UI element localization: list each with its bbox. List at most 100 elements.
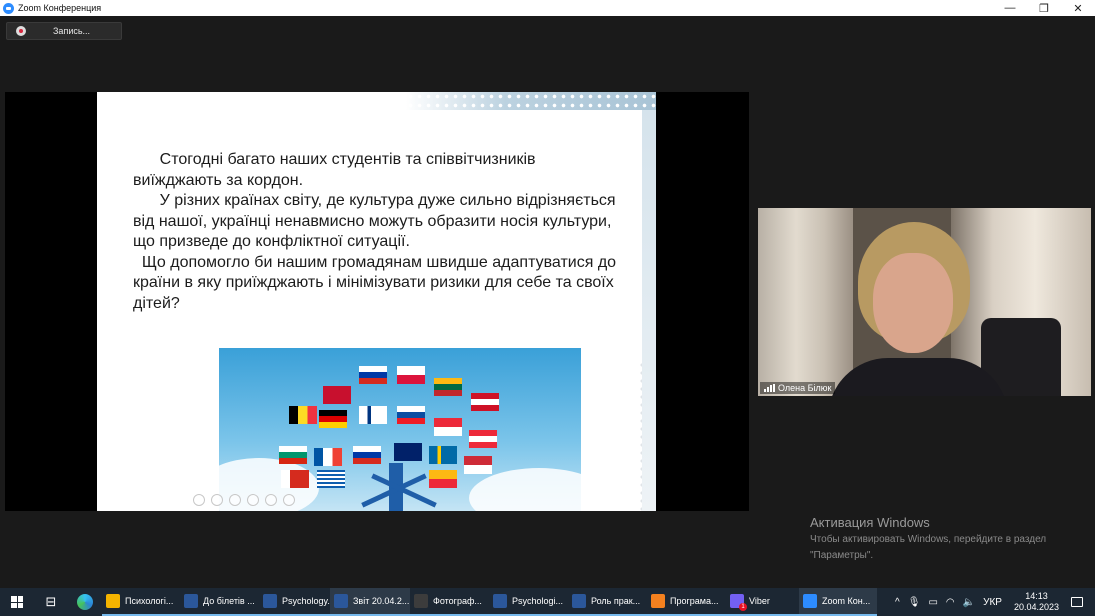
slide-line: Що допомогло би нашим громадянам швидше … [133,253,617,271]
taskbar-app[interactable]: Роль прак... [568,588,647,616]
task-view-icon[interactable]: ⊟ [34,588,68,616]
taskbar-app[interactable]: Фотограф... [410,588,489,616]
taskbar-app[interactable]: Zoom Кон... [799,588,877,616]
window-controls: — ❐ ✕ [993,0,1095,16]
restore-button[interactable]: ❐ [1027,0,1061,16]
more-options-icon[interactable] [283,494,295,506]
app-icon: 1 [730,594,747,611]
flag-shape [281,470,309,488]
flag-tree-image [219,348,581,511]
slide-line: Стогодні багато наших студентів та співв… [133,151,536,168]
previous-slide-icon[interactable] [193,494,205,506]
flag-shape [289,406,317,424]
slide-line: дітей? [133,294,180,312]
notifications-icon[interactable] [1071,597,1083,607]
flag-shape [397,366,425,384]
activation-title: Активация Windows [810,515,930,530]
slide-line: що призведе до конфліктної ситуації. [133,233,410,250]
microphone-icon[interactable]: 🎙 [908,597,921,608]
minimize-button[interactable]: — [993,0,1027,16]
taskbar-app[interactable]: Психологі... [102,588,180,616]
flag-shape [317,470,345,488]
system-tray: ^ 🎙 ▭ ◠ 🔈 УКР 14:13 20.04.2023 [891,588,1095,616]
slide-text: Стогодні багато наших студентів та співв… [133,150,639,314]
app-icon [184,594,198,608]
close-button[interactable]: ✕ [1061,0,1095,16]
taskbar-app-label: Психологі... [125,596,174,606]
taskbar-app[interactable]: Звіт 20.04.2... [330,588,410,616]
slide-controls [193,494,295,506]
tree-branch [371,473,437,508]
taskbar-app[interactable]: До білетів ... [180,588,259,616]
participant-name: Олена Білюк [778,383,832,393]
recording-indicator[interactable]: Запись... [6,22,122,40]
activation-line: "Параметры". [810,550,874,561]
flag-shape [469,430,497,448]
wifi-icon[interactable]: ◠ [946,597,955,608]
volume-icon[interactable]: 🔈 [963,597,975,608]
slide-line: від нашої, українці ненавмисно можуть об… [133,212,612,230]
windows-activation-watermark: Активация Windows Чтобы активировать Win… [810,515,1046,562]
zoom-icon[interactable] [265,494,277,506]
screen-share-area: Стогодні багато наших студентів та співв… [5,92,749,511]
taskbar-app-label: Звіт 20.04.2... [353,596,410,606]
flag-shape [314,448,342,466]
presentation-slide: Стогодні багато наших студентів та співв… [97,92,656,511]
taskbar-app-label: До білетів ... [203,596,255,606]
flag-shape [464,456,492,474]
zoom-logo-icon [3,2,14,14]
flag-shape [434,418,462,436]
pen-icon[interactable] [229,494,241,506]
connection-signal-icon [764,384,775,392]
flag-shape [323,386,351,404]
participant-name-tag: Олена Білюк [760,382,836,394]
title-bar: Zoom Конференция — ❐ ✕ [0,0,1095,16]
taskbar-apps: Психологі... До білетів ... Psychology... З… [102,588,877,616]
taskbar-app-label: Програма... [670,596,719,606]
battery-icon[interactable]: ▭ [928,597,937,608]
app-icon [106,594,120,608]
app-icon [414,594,428,608]
taskbar-app-label: Zoom Кон... [822,596,871,606]
flag-shape [319,410,347,428]
clock-time: 14:13 [1025,591,1048,601]
flag-shape [353,446,381,464]
language-indicator[interactable]: УКР [983,597,1002,608]
pointer-icon[interactable] [211,494,223,506]
notification-badge: 1 [739,603,747,611]
taskbar-app-label: Viber [749,596,770,606]
activation-line: Чтобы активировать Windows, перейдите в … [810,534,1047,545]
edge-browser-icon[interactable] [68,588,102,616]
app-icon [572,594,586,608]
tray-chevron-icon[interactable]: ^ [895,597,900,608]
flag-shape [434,378,462,396]
flag-shape [397,406,425,424]
windows-logo-icon [11,596,23,608]
taskbar-app[interactable]: Psychologi... [489,588,568,616]
cloud-shape [469,468,581,511]
taskbar-app[interactable]: 1 Viber [726,588,799,616]
slide-decoration-stripe [642,110,656,511]
flag-shape [471,393,499,411]
slide-line: У різних країнах світу, де культура дуже… [133,192,616,209]
taskbar-app-label: Роль прак... [591,596,641,606]
window-title: Zoom Конференция [18,3,102,13]
background-curtain [758,208,853,396]
app-icon [493,594,507,608]
taskbar-app[interactable]: Програма... [647,588,726,616]
participant-video[interactable]: Олена Білюк [758,208,1091,396]
slide-line: країни в яку приїжджають і мінімізувати … [133,274,614,291]
app-icon [263,594,277,608]
taskbar-app[interactable]: Psychology... [259,588,335,616]
flag-shape [359,406,387,424]
start-button[interactable] [0,588,34,616]
slides-icon[interactable] [247,494,259,506]
taskbar-app-label: Фотограф... [433,596,482,606]
clock[interactable]: 14:13 20.04.2023 [1014,591,1059,613]
app-icon [334,594,348,608]
taskbar-app-label: Psychologi... [512,596,564,606]
flag-shape [429,470,457,488]
flag-shape [429,446,457,464]
participant-face [873,253,953,353]
clock-date: 20.04.2023 [1013,602,1059,612]
